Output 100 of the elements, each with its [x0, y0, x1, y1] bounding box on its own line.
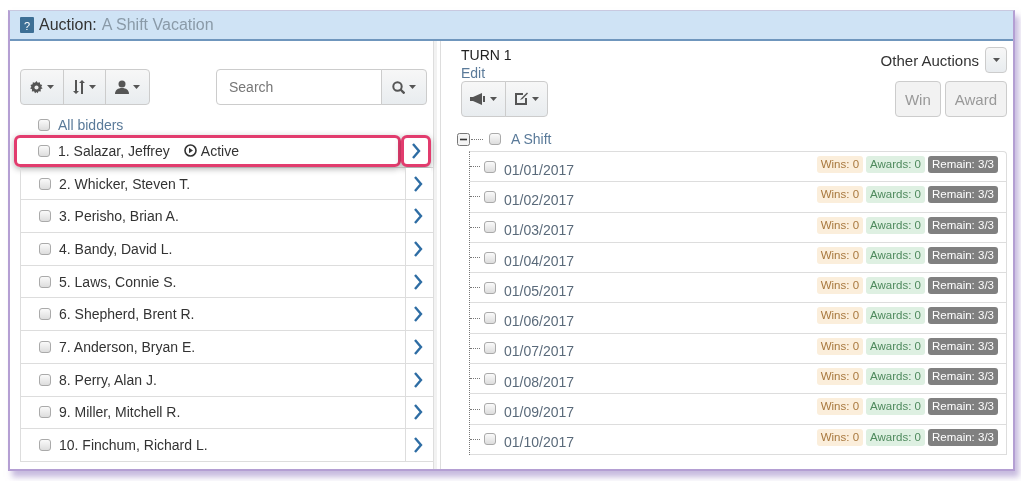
awards-badge: Awards: 0: [866, 216, 925, 234]
search-field[interactable]: Search: [216, 69, 382, 105]
bidder-name: 6. Shepherd, Brent R.: [59, 306, 195, 323]
window-title: A Shift Vacation: [101, 16, 214, 34]
bidder-name: 9. Miller, Mitchell R.: [59, 404, 181, 421]
chevron-right-icon: [414, 175, 423, 192]
sort-icon: [73, 80, 85, 94]
status-label: Active: [200, 142, 239, 159]
checkbox[interactable]: [489, 133, 501, 145]
all-bidders-label[interactable]: All bidders: [58, 117, 124, 133]
awards-badge: Awards: 0: [866, 337, 925, 355]
remain-badge: Remain: 3/3: [928, 398, 998, 416]
date-label[interactable]: 01/07/2017: [504, 337, 575, 360]
checkbox[interactable]: [484, 372, 496, 385]
wins-badge: Wins: 0: [816, 398, 864, 416]
chevron-right-icon: [414, 404, 423, 421]
remain-badge: Remain: 3/3: [928, 277, 998, 295]
checkbox[interactable]: [39, 439, 51, 452]
remain-badge: Remain: 3/3: [928, 428, 998, 446]
settings-dropdown-button[interactable]: [20, 69, 64, 105]
caret-icon: [490, 97, 497, 101]
chevron-button[interactable]: [401, 135, 431, 167]
checkbox[interactable]: [38, 144, 50, 157]
bidder-row[interactable]: 1. Salazar, Jeffrey Active: [14, 135, 401, 167]
checkbox[interactable]: [39, 210, 51, 223]
checkbox[interactable]: [484, 251, 496, 264]
wins-badge: Wins: 0: [816, 428, 864, 446]
checkbox[interactable]: [484, 403, 496, 415]
remain-badge: Remain: 3/3: [928, 307, 998, 325]
bidder-name: 1. Salazar, Jeffrey: [58, 142, 170, 159]
caret-icon: [47, 85, 54, 89]
chevron-right-icon: [414, 371, 423, 388]
sort-dropdown-button[interactable]: [63, 69, 106, 105]
wins-badge: Wins: 0: [816, 246, 864, 264]
awards-badge: Awards: 0: [866, 368, 925, 386]
chevron-right-icon: [414, 273, 423, 290]
chevron-right-icon: [414, 208, 423, 225]
chevron-right-icon: [414, 240, 423, 257]
checkbox[interactable]: [39, 177, 51, 190]
search-icon: [392, 80, 405, 94]
edit-link[interactable]: Edit: [461, 65, 512, 81]
checkbox[interactable]: [484, 221, 496, 234]
checkbox[interactable]: [39, 275, 51, 288]
collapse-icon[interactable]: [457, 132, 470, 146]
remain-badge: Remain: 3/3: [928, 368, 998, 386]
caret-icon: [133, 85, 140, 89]
edit-dropdown-button[interactable]: [505, 81, 548, 117]
remain-badge: Remain: 3/3: [928, 216, 998, 234]
date-label[interactable]: 01/02/2017: [504, 185, 575, 208]
date-label[interactable]: 01/09/2017: [504, 398, 575, 420]
bidder-name: 3. Perisho, Brian A.: [59, 208, 179, 225]
wins-badge: Wins: 0: [816, 337, 864, 355]
chevron-right-icon: [411, 142, 421, 159]
date-label[interactable]: 01/10/2017: [504, 428, 575, 451]
date-label[interactable]: 01/06/2017: [504, 307, 575, 330]
caret-icon: [89, 85, 96, 89]
checkbox[interactable]: [484, 281, 496, 294]
settings-icon: [30, 80, 43, 94]
checkbox[interactable]: [39, 340, 51, 353]
user-dropdown-button[interactable]: [105, 69, 150, 105]
checkbox[interactable]: [38, 119, 50, 131]
checkbox[interactable]: [39, 406, 51, 419]
bidder-name: 2. Whicker, Steven T.: [59, 175, 191, 192]
remain-badge: Remain: 3/3: [928, 246, 998, 264]
checkbox[interactable]: [39, 373, 51, 386]
date-label[interactable]: 01/04/2017: [504, 246, 575, 269]
remain-badge: Remain: 3/3: [928, 337, 998, 355]
awards-badge: Awards: 0: [866, 246, 925, 264]
checkbox[interactable]: [484, 190, 496, 203]
other-auctions-label: Other Auctions: [880, 51, 979, 69]
wins-badge: Wins: 0: [816, 156, 864, 173]
date-label[interactable]: 01/05/2017: [504, 276, 575, 299]
bidder-name: 8. Perry, Alan J.: [59, 371, 157, 388]
wins-badge: Wins: 0: [816, 277, 864, 295]
checkbox[interactable]: [484, 160, 496, 173]
announce-dropdown-button[interactable]: [461, 81, 506, 117]
checkbox[interactable]: [39, 308, 51, 321]
play-circle-icon: [183, 144, 197, 158]
search-dropdown-button[interactable]: [381, 69, 427, 105]
checkbox[interactable]: [484, 312, 496, 325]
turn-label: TURN 1: [461, 47, 512, 63]
date-label[interactable]: 01/01/2017: [504, 155, 575, 178]
checkbox[interactable]: [484, 342, 496, 355]
bidder-name: 10. Finchum, Richard L.: [59, 437, 208, 454]
date-label[interactable]: 01/03/2017: [504, 216, 575, 239]
awards-badge: Awards: 0: [866, 156, 925, 173]
wins-badge: Wins: 0: [816, 307, 864, 325]
tree-node-label[interactable]: A Shift: [511, 131, 552, 147]
user-icon: [115, 80, 129, 94]
awards-badge: Awards: 0: [866, 186, 925, 204]
chevron-right-icon: [414, 338, 423, 355]
chevron-right-icon: [414, 437, 423, 454]
remain-badge: Remain: 3/3: [928, 186, 998, 204]
checkbox[interactable]: [484, 433, 496, 446]
remain-badge: Remain: 3/3: [928, 156, 998, 173]
awards-badge: Awards: 0: [866, 428, 925, 446]
date-label[interactable]: 01/08/2017: [504, 367, 575, 390]
checkbox[interactable]: [39, 242, 51, 255]
wins-badge: Wins: 0: [816, 186, 864, 204]
other-auctions-dropdown-button[interactable]: [985, 47, 1007, 73]
